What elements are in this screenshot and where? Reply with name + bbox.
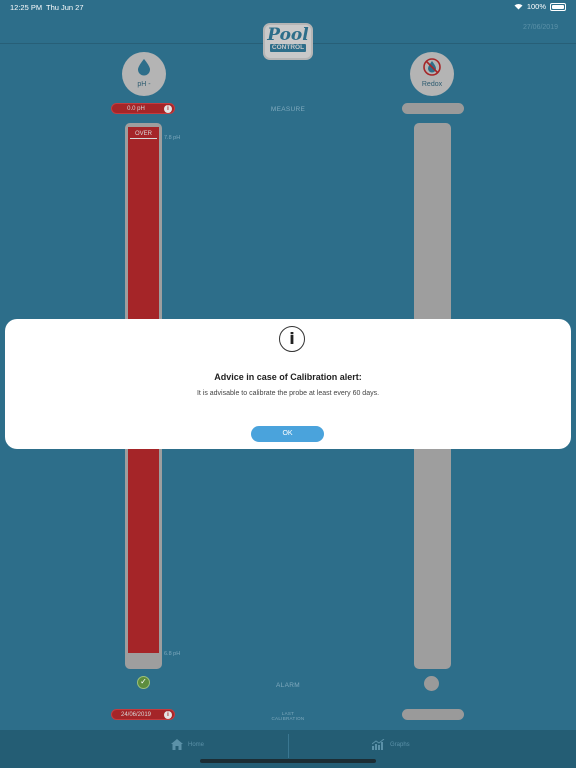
status-bar: 12:25 PM Thu Jun 27 100%	[0, 0, 576, 14]
ph-alarm-ok-icon: ✓	[137, 676, 150, 689]
wifi-icon	[514, 3, 523, 10]
redox-alarm-indicator	[424, 676, 439, 691]
last-calibration-label: LAST CALIBRATION	[238, 711, 338, 721]
measure-label: MEASURE	[270, 106, 306, 113]
status-right: 100%	[514, 2, 566, 11]
alarm-label: ALARM	[276, 682, 300, 689]
battery-icon	[550, 2, 566, 11]
ph-bottom-tick: 6.8 pH	[164, 651, 181, 657]
last-calibration-line2: CALIBRATION	[271, 716, 305, 721]
dialog-title: Advice in case of Calibration alert:	[214, 372, 362, 382]
calibration-alert-dialog: i Advice in case of Calibration alert: I…	[5, 319, 571, 449]
logo-line2: CONTROL	[270, 44, 306, 52]
home-indicator	[200, 759, 376, 763]
info-icon: i	[164, 711, 172, 719]
ph-top-tick: 7.8 pH	[164, 135, 181, 141]
redox-sensor-button[interactable]: Redox	[410, 52, 454, 96]
tab-home-label: Home	[188, 741, 205, 748]
status-time: 12:25 PM	[10, 3, 43, 12]
header-date: 27/06/2019	[522, 24, 558, 31]
status-date: Thu Jun 27	[46, 3, 84, 12]
redox-measure-pill[interactable]	[402, 103, 464, 114]
home-icon	[171, 739, 183, 750]
redox-calibration-pill[interactable]	[402, 709, 464, 720]
ph-measure-pill[interactable]: 0.0 pH i	[111, 103, 175, 114]
info-icon: i	[164, 105, 172, 113]
ph-measure-value: 0.0 pH	[127, 106, 145, 112]
redox-sensor-label: Redox	[421, 81, 443, 88]
ph-calibration-pill[interactable]: 24/06/2019 i	[111, 709, 175, 720]
ph-calibration-date: 24/06/2019	[120, 712, 152, 718]
pool-control-logo: Pool CONTROL	[263, 23, 313, 60]
dialog-body: It is advisable to calibrate the probe a…	[196, 390, 380, 397]
drop-icon	[138, 59, 150, 76]
ph-gauge-status: OVER	[130, 130, 157, 139]
ph-sensor-button[interactable]: pH -	[122, 52, 166, 96]
ok-button[interactable]: OK	[251, 426, 324, 442]
battery-percent: 100%	[526, 2, 546, 11]
logo-line1: Pool	[267, 25, 309, 45]
tab-graphs[interactable]: Graphs	[372, 739, 410, 750]
ph-sensor-label: pH -	[137, 81, 151, 88]
tab-home[interactable]: Home	[171, 739, 204, 750]
graph-icon	[372, 739, 385, 750]
drop-disabled-icon	[423, 58, 441, 76]
tab-graphs-label: Graphs	[390, 741, 410, 748]
info-circle-icon: i	[279, 326, 305, 352]
tab-separator	[288, 734, 289, 758]
